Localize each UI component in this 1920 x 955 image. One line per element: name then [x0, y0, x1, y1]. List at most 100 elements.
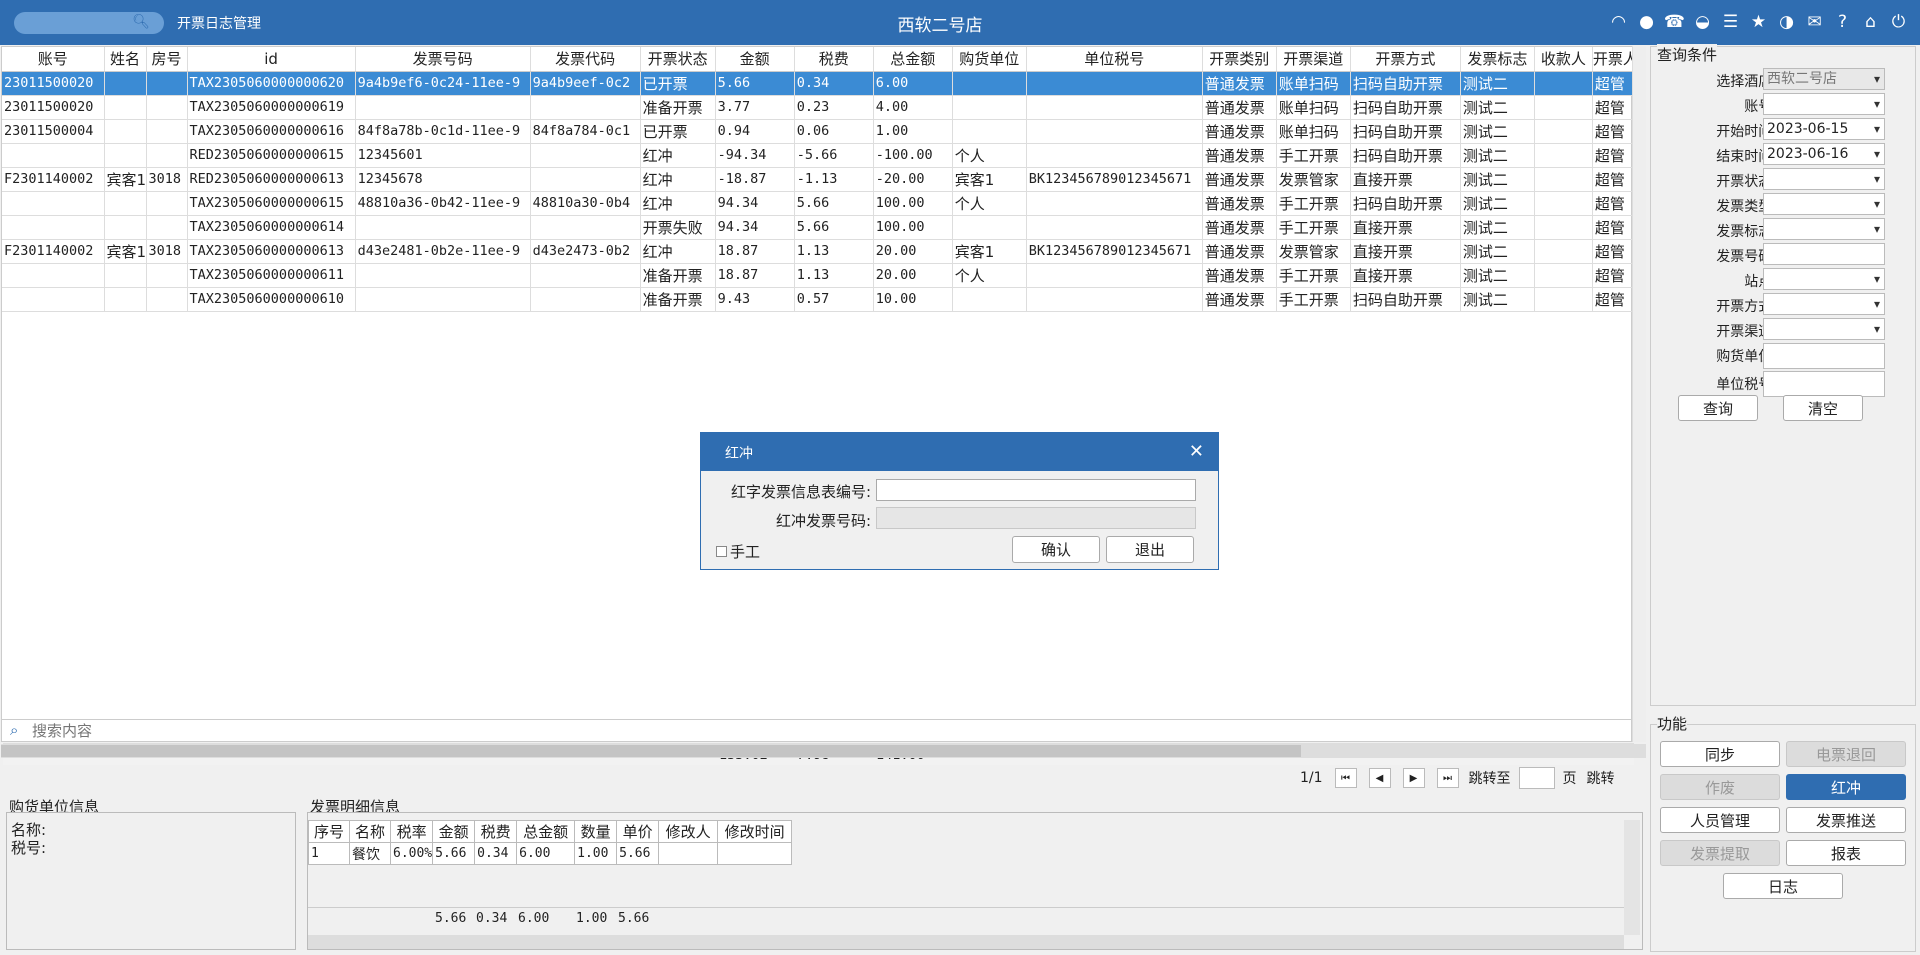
- table-row[interactable]: RED2305060000000615 12345601 红冲 -94.34 -5.66…: [2, 143, 1634, 168]
- column-header[interactable]: 金额: [715, 47, 795, 72]
- table-cell: 红冲: [640, 239, 716, 264]
- start-time-picker[interactable]: 2023-06-15: [1763, 118, 1885, 140]
- last-page-icon[interactable]: ⏭: [1436, 768, 1459, 788]
- table-row[interactable]: TAX2305060000000611 准备开票 18.87 1.13 20.00 个人 普…: [2, 263, 1634, 288]
- table-row[interactable]: 23011500020 TAX2305060000000620 9a4b9ef6-0…: [2, 71, 1634, 96]
- status-select[interactable]: [1763, 168, 1885, 190]
- table-cell: [1026, 95, 1203, 120]
- next-page-icon[interactable]: ▶: [1402, 768, 1425, 788]
- table-row[interactable]: TAX2305060000000610 准备开票 9.43 0.57 10.00 普通发票…: [2, 287, 1634, 312]
- column-header[interactable]: 账号: [2, 47, 105, 72]
- account-select[interactable]: [1763, 93, 1885, 115]
- chat-icon[interactable]: ●: [1637, 11, 1656, 33]
- column-header[interactable]: 单位税号: [1026, 47, 1203, 72]
- column-header[interactable]: 发票代码: [530, 47, 641, 72]
- table-cell: d43e2481-0b2e-11ee-9: [355, 239, 531, 264]
- method-select[interactable]: [1763, 293, 1885, 315]
- invoice-extract-button[interactable]: 发票提取: [1660, 840, 1780, 866]
- home-icon[interactable]: ⌂: [1861, 11, 1880, 33]
- jump-page-input[interactable]: [1518, 767, 1555, 789]
- channel-select[interactable]: [1763, 318, 1885, 340]
- table-row[interactable]: 23011500020 TAX2305060000000619 准备开票 3.77 0.…: [2, 95, 1634, 120]
- staff-management-button[interactable]: 人员管理: [1660, 807, 1780, 833]
- close-icon[interactable]: ✕: [1189, 441, 1204, 462]
- void-button[interactable]: 作废: [1660, 774, 1780, 800]
- table-cell: [146, 95, 188, 120]
- content-search-input[interactable]: [32, 721, 1622, 740]
- power-icon[interactable]: ⏻: [1889, 11, 1908, 33]
- table-cell: [1534, 263, 1593, 288]
- red-info-number-input[interactable]: [876, 479, 1196, 501]
- end-time-picker[interactable]: 2023-06-16: [1763, 143, 1885, 165]
- table-row[interactable]: F2301140002 宾客1 3018 TAX2305060000000613 d43…: [2, 239, 1634, 264]
- red-reverse-button[interactable]: 红冲: [1786, 774, 1906, 800]
- column-header[interactable]: 发票标志: [1460, 47, 1535, 72]
- confirm-button[interactable]: 确认: [1012, 536, 1100, 563]
- grid-horizontal-scrollbar[interactable]: [1, 744, 1646, 758]
- checkbox-icon[interactable]: [716, 546, 727, 557]
- menu-icon[interactable]: ☰: [1721, 11, 1740, 33]
- first-page-icon[interactable]: ⏮: [1334, 768, 1357, 788]
- red-invoice-number-input[interactable]: [876, 507, 1196, 529]
- scrollbar-thumb[interactable]: [1, 745, 1301, 757]
- column-header[interactable]: 总金额: [873, 47, 953, 72]
- table-cell: 直接开票: [1350, 215, 1461, 240]
- phone-icon[interactable]: ☎: [1664, 11, 1685, 33]
- table-row[interactable]: TAX2305060000000614 开票失败 94.34 5.66 100.00 普通…: [2, 215, 1634, 240]
- invoice-push-button[interactable]: 发票推送: [1786, 807, 1906, 833]
- clear-button[interactable]: 清空: [1783, 395, 1863, 421]
- mail-icon[interactable]: ✉: [1805, 11, 1824, 33]
- detail-totals-row: 5.66 0.34 6.00 1.00 5.66: [308, 907, 1628, 929]
- detail-horizontal-scrollbar[interactable]: [308, 935, 1624, 949]
- invoice-type-select[interactable]: [1763, 193, 1885, 215]
- query-button[interactable]: 查询: [1678, 395, 1758, 421]
- grid-vertical-scrollbar[interactable]: [1632, 46, 1646, 742]
- column-header[interactable]: 姓名: [104, 47, 147, 72]
- table-cell: 100.00: [873, 191, 953, 216]
- tax-number-input[interactable]: [1763, 371, 1885, 397]
- column-header[interactable]: 发票号码: [355, 47, 531, 72]
- hotel-select[interactable]: 西软二号店: [1763, 68, 1885, 90]
- star-icon[interactable]: ★: [1749, 11, 1768, 33]
- sync-button[interactable]: 同步: [1660, 741, 1780, 767]
- column-header[interactable]: 开票渠道: [1276, 47, 1351, 72]
- column-header[interactable]: 房号: [146, 47, 188, 72]
- e-invoice-return-button[interactable]: 电票退回: [1786, 741, 1906, 767]
- log-button[interactable]: 日志: [1723, 873, 1843, 899]
- buyer-input[interactable]: [1763, 343, 1885, 369]
- invoice-flag-select[interactable]: [1763, 218, 1885, 240]
- report-button[interactable]: 报表: [1786, 840, 1906, 866]
- invoice-number-input[interactable]: [1763, 243, 1885, 265]
- detail-total-tax: 0.34: [476, 911, 508, 926]
- column-header[interactable]: 收款人: [1534, 47, 1593, 72]
- table-cell: 超管: [1592, 263, 1634, 288]
- table-cell: 红冲: [640, 143, 716, 168]
- wifi-icon[interactable]: ◠: [1609, 11, 1628, 33]
- column-header[interactable]: id: [187, 47, 356, 72]
- column-header[interactable]: 开票状态: [640, 47, 716, 72]
- jump-button[interactable]: 跳转: [1587, 768, 1615, 788]
- table-cell: 12345601: [355, 143, 531, 168]
- column-header[interactable]: 税费: [794, 47, 874, 72]
- table-row[interactable]: 23011500004 TAX2305060000000616 84f8a78b-0…: [2, 119, 1634, 144]
- column-header[interactable]: 开票方式: [1350, 47, 1461, 72]
- table-cell: [146, 143, 188, 168]
- station-select[interactable]: [1763, 268, 1885, 290]
- theme-icon[interactable]: ◑: [1777, 11, 1796, 33]
- table-cell: 测试二: [1460, 95, 1535, 120]
- table-cell: [146, 287, 188, 312]
- column-header[interactable]: 开票类别: [1202, 47, 1277, 72]
- table-row[interactable]: TAX2305060000000615 48810a36-0b42-11ee-9 4…: [2, 191, 1634, 216]
- detail-row[interactable]: 1 餐饮 6.00% 5.66 0.34 6.00 1.00 5.66: [308, 842, 793, 865]
- palette-icon[interactable]: ◒: [1693, 11, 1712, 33]
- table-row[interactable]: F2301140002 宾客1 3018 RED2305060000000613 123…: [2, 167, 1634, 192]
- exit-button[interactable]: 退出: [1106, 536, 1194, 563]
- column-header[interactable]: 开票人: [1592, 47, 1634, 72]
- prev-page-icon[interactable]: ◀: [1368, 768, 1391, 788]
- table-cell: TAX2305060000000614: [187, 215, 356, 240]
- column-header[interactable]: 购货单位: [952, 47, 1027, 72]
- detail-vertical-scrollbar[interactable]: [1624, 820, 1640, 935]
- help-icon[interactable]: ?: [1833, 11, 1852, 33]
- manual-checkbox[interactable]: 手工: [716, 541, 760, 562]
- table-cell: 0.57: [794, 287, 874, 312]
